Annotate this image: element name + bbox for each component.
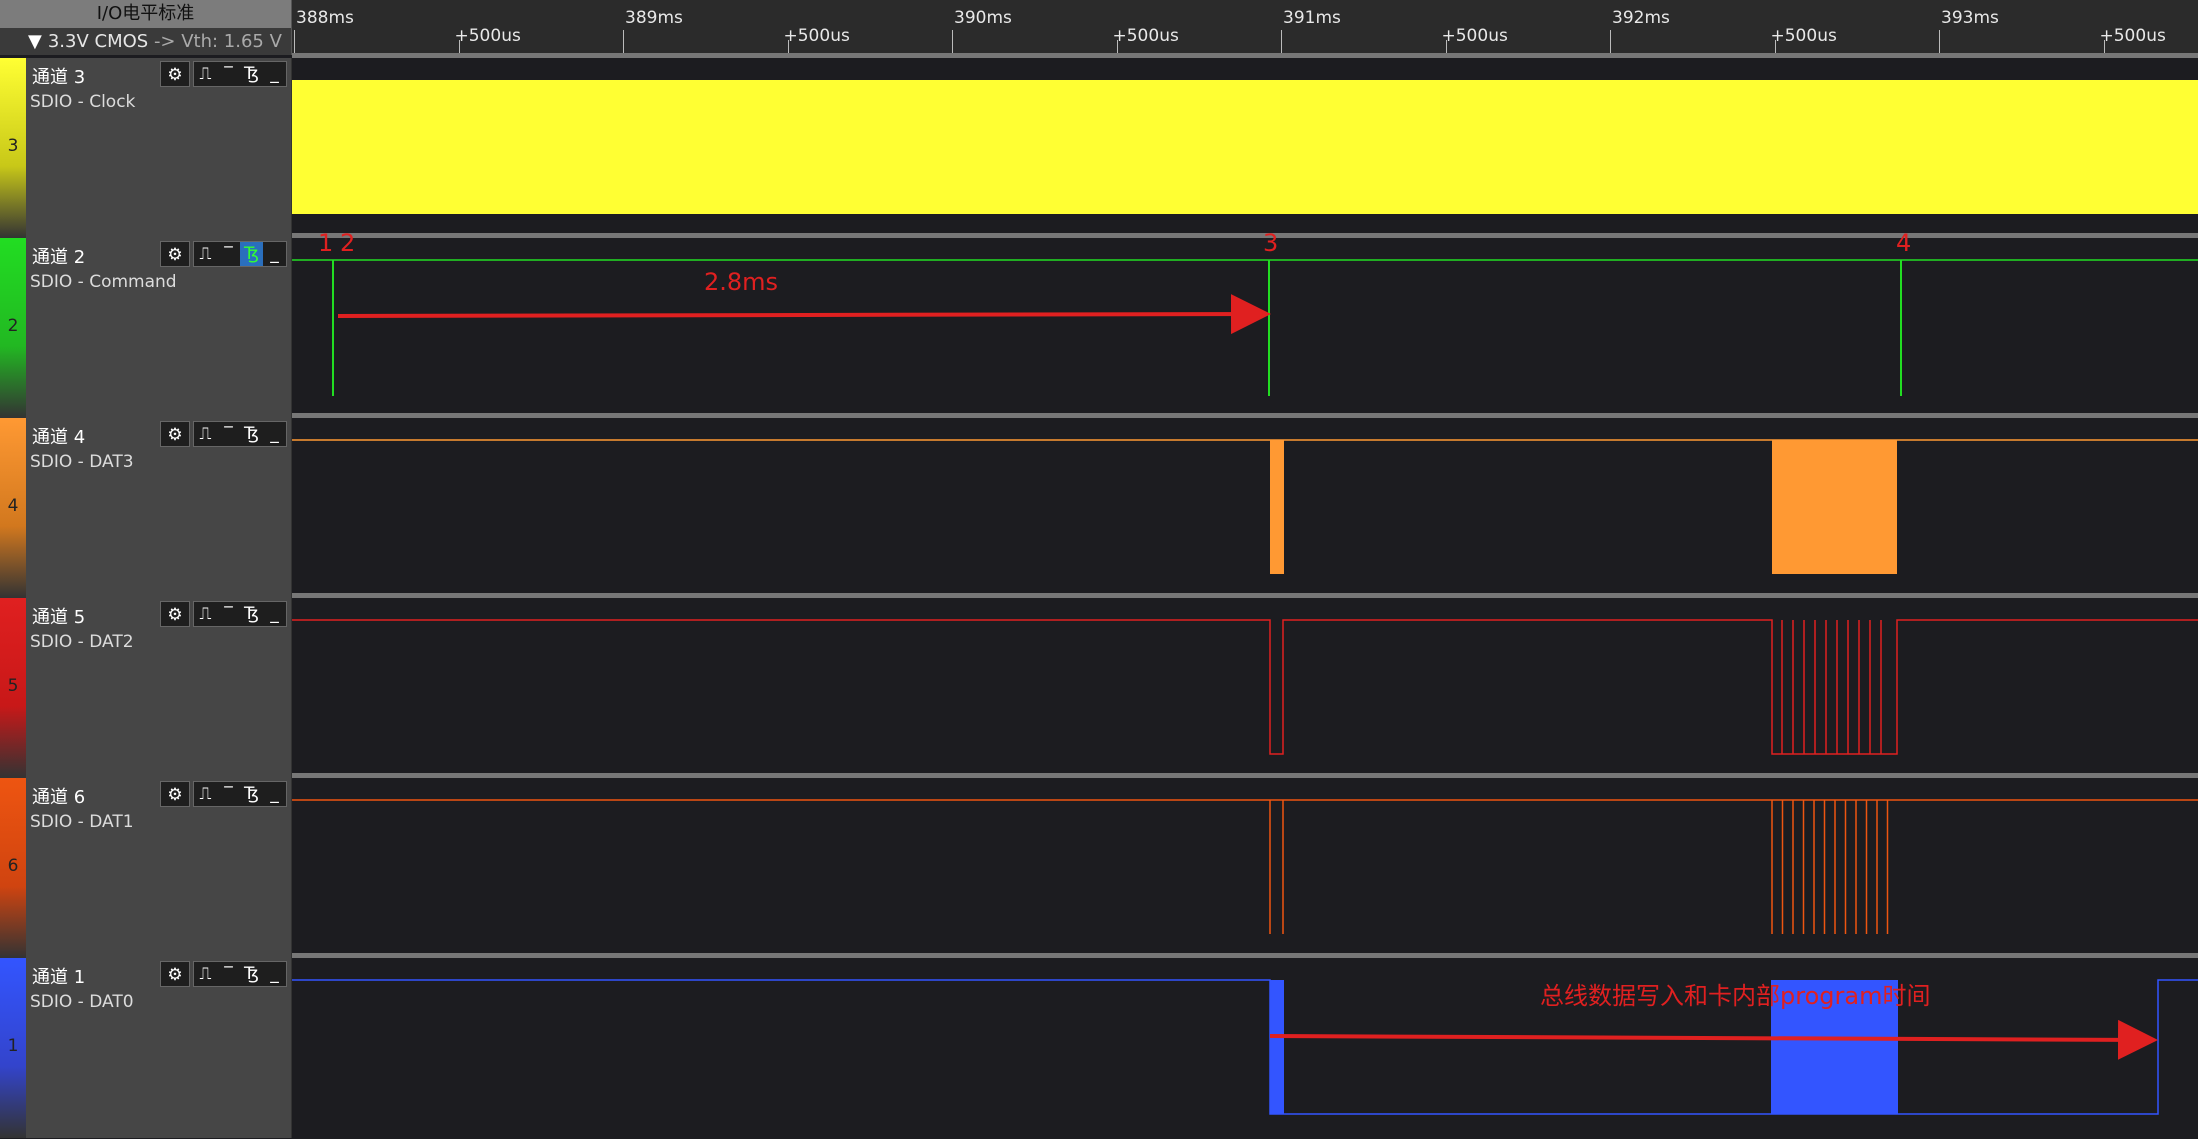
duration-arrow bbox=[337, 294, 1271, 335]
marker-label: 3 bbox=[1263, 229, 1278, 257]
program-time-label: 总线数据写入和卡内部program时间 bbox=[1540, 982, 1930, 1010]
marker-label: 2 bbox=[340, 229, 355, 257]
waveform-area[interactable]: 1 2 3 4 2.8ms 总线数据写入和卡内部program时间 bbox=[0, 0, 2198, 1139]
duration-label: 2.8ms bbox=[704, 268, 778, 296]
marker-label: 1 bbox=[318, 229, 333, 257]
clock-waveform bbox=[292, 80, 2198, 214]
program-time-arrow bbox=[1269, 1019, 2158, 1060]
dat3-burst bbox=[1772, 440, 1897, 574]
dat3-burst bbox=[1270, 440, 1284, 574]
dat2-waveform bbox=[292, 619, 2198, 755]
dat0-burst bbox=[1270, 980, 1284, 1114]
marker-label: 4 bbox=[1896, 229, 1911, 257]
